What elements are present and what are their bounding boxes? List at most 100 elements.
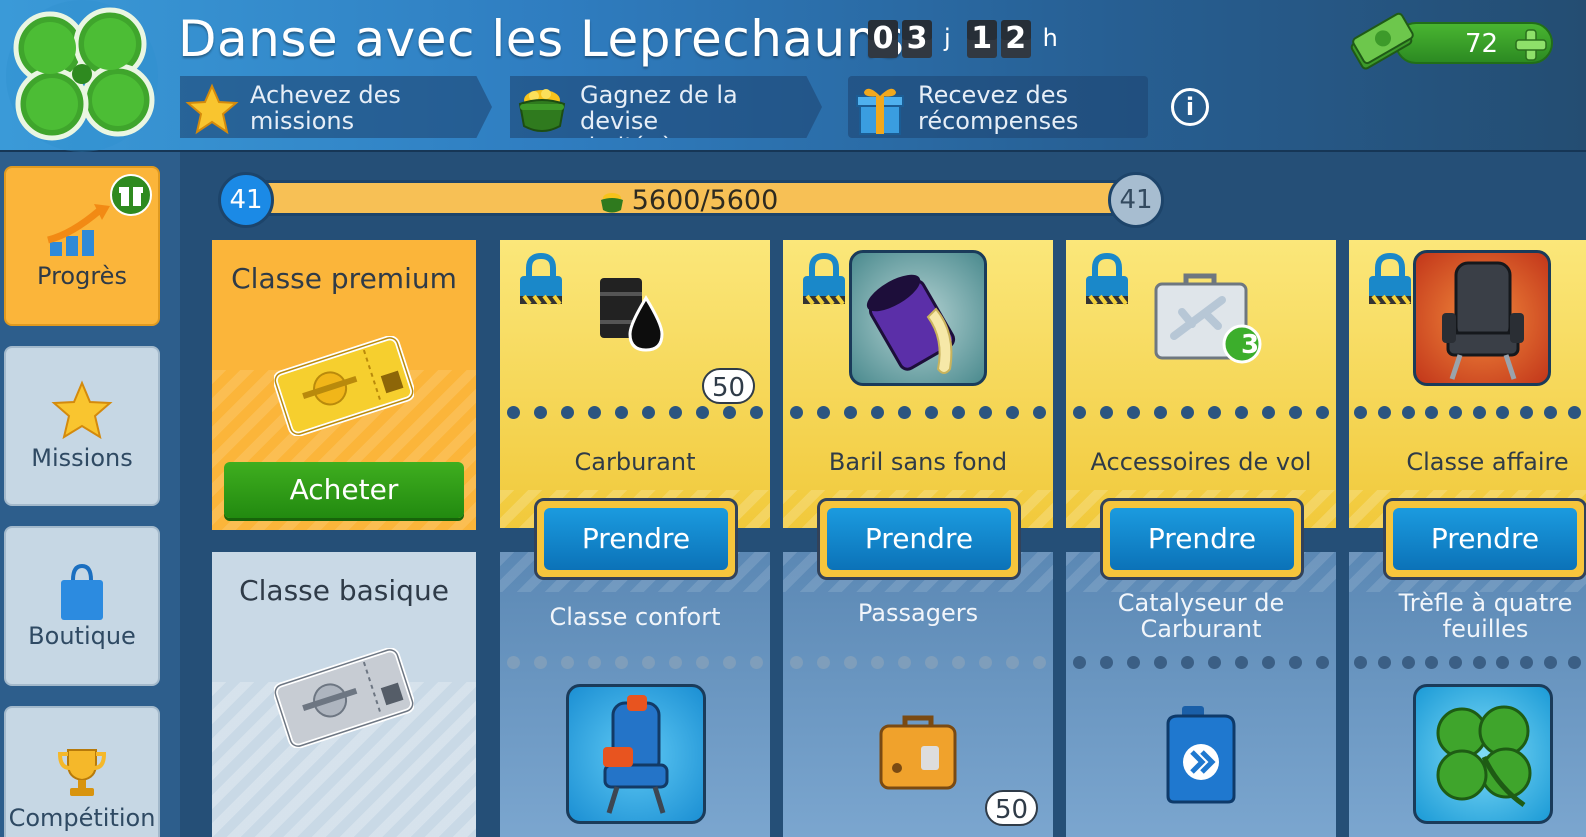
event-timer: 0 3 j 1 2 h: [868, 20, 1070, 58]
cash-value: 72: [1465, 29, 1499, 59]
separator-dot: [1181, 656, 1194, 669]
separator-dot: [534, 406, 547, 419]
take-button-label: Prendre: [827, 508, 1011, 570]
separator-dot: [1472, 656, 1486, 669]
lock-icon: [803, 252, 845, 306]
separator-dot: [1208, 656, 1221, 669]
separator-dot: [1033, 406, 1046, 419]
separator-dot: [1100, 656, 1113, 669]
sidebar-item-label: Missions: [31, 444, 133, 472]
separator-dot: [1208, 406, 1221, 419]
progress-track: 5600/5600: [238, 180, 1138, 216]
reward-column: 3 Accessoires de vol Prendre Catalyseur …: [1066, 240, 1336, 837]
separator-dot: [898, 406, 911, 419]
reward-column: 50 Carburant Prendre Classe confort: [500, 240, 770, 837]
separator-dot: [898, 656, 911, 669]
separator-dot: [1496, 656, 1510, 669]
reward-column: Baril sans fond Prendre Passagers 50: [783, 240, 1053, 837]
separator-dot: [1472, 406, 1486, 419]
separator-dot: [1543, 656, 1557, 669]
reward-column: Classe affaire Prendre Trèfle à quatre f…: [1349, 240, 1586, 837]
separator-dot: [1181, 406, 1194, 419]
separator-dot: [534, 656, 547, 669]
separator-dot: [1449, 656, 1463, 669]
separator-dot: [723, 656, 736, 669]
buy-premium-button[interactable]: Acheter: [224, 462, 464, 518]
gift-icon: [110, 174, 152, 216]
separator-dot: [1006, 406, 1019, 419]
lock-icon: [1086, 252, 1128, 306]
fuel-catalyst-icon: [1166, 706, 1236, 804]
lock-icon: [520, 252, 562, 306]
reward-icon-box: [1413, 250, 1551, 386]
timer-digit: 2: [1000, 20, 1031, 58]
take-button-label: Prendre: [1110, 508, 1294, 570]
dot-separator: [500, 656, 770, 670]
sidebar-item-progress[interactable]: Progrès: [4, 166, 160, 326]
separator-dot: [696, 656, 709, 669]
separator-dot: [925, 656, 938, 669]
premium-class-title: Classe premium: [231, 262, 457, 295]
next-level-badge: 41: [1108, 172, 1164, 228]
separator-dot: [844, 406, 857, 419]
separator-dot: [979, 656, 992, 669]
dot-separator: [783, 656, 1053, 670]
pot-of-gold-icon: [600, 192, 623, 212]
separator-dot: [1543, 406, 1557, 419]
step-label: récompenses: [918, 107, 1079, 135]
event-header: Danse avec les Leprechauns 0 3 j 1 2 h A…: [0, 0, 1586, 152]
timer-hours-unit: h: [1042, 24, 1058, 52]
separator-dot: [925, 406, 938, 419]
step-label: Achevez des: [250, 81, 401, 109]
shopping-bag-icon: [61, 563, 103, 620]
separator-dot: [1289, 406, 1302, 419]
timer-digit: 0: [868, 20, 898, 58]
separator-dot: [844, 656, 857, 669]
take-reward-button[interactable]: Prendre: [1100, 498, 1304, 580]
star-icon: [51, 380, 113, 440]
step-label: missions: [250, 107, 355, 135]
basic-reward-name-line: Carburant: [1140, 615, 1262, 643]
basic-reward-name: Classe confort: [500, 590, 770, 630]
separator-dot: [1354, 406, 1368, 419]
take-reward-button[interactable]: Prendre: [1383, 498, 1586, 580]
separator-dot: [561, 656, 574, 669]
sidebar-item-label: Boutique: [28, 622, 136, 650]
timer-digit: 3: [902, 20, 932, 58]
cash-bar: 72: [1395, 22, 1553, 64]
clover-logo-icon: [6, 0, 158, 152]
basic-reward-name-line: Trèfle à quatre: [1398, 589, 1573, 617]
reward-icon-box: [849, 250, 987, 386]
step-label: Gagnez de la devise: [580, 81, 738, 135]
trophy-icon: [57, 749, 107, 796]
take-reward-button[interactable]: Prendre: [817, 498, 1021, 580]
separator-dot: [1496, 406, 1510, 419]
separator-dot: [561, 406, 574, 419]
sidebar-item-competition[interactable]: Compétition: [4, 706, 160, 837]
cash-counter: 72: [1350, 12, 1555, 70]
separator-dot: [1378, 406, 1392, 419]
take-reward-button[interactable]: Prendre: [534, 498, 738, 580]
reward-icon-box: [1413, 684, 1553, 824]
separator-dot: [1425, 656, 1439, 669]
separator-dot: [696, 406, 709, 419]
separator-dot: [615, 406, 628, 419]
sidebar-item-missions[interactable]: Missions: [4, 346, 160, 506]
separator-dot: [1520, 406, 1534, 419]
cash-icon: [1350, 12, 1414, 70]
business-seat-icon: [1442, 261, 1524, 380]
sidebar-item-label: Compétition: [8, 804, 156, 832]
basic-class-title: Classe basique: [239, 574, 449, 607]
info-button[interactable]: i: [1171, 88, 1209, 126]
plus-icon[interactable]: [1513, 27, 1549, 63]
event-title: Danse avec les Leprechauns: [178, 10, 905, 68]
sidebar-item-label: Progrès: [37, 262, 127, 290]
separator-dot: [1401, 656, 1415, 669]
separator-dot: [1449, 406, 1463, 419]
separator-dot: [1235, 406, 1248, 419]
separator-dot: [1127, 406, 1140, 419]
separator-dot: [642, 406, 655, 419]
separator-dot: [588, 656, 601, 669]
dot-separator: [500, 406, 770, 420]
sidebar-item-shop[interactable]: Boutique: [4, 526, 160, 686]
